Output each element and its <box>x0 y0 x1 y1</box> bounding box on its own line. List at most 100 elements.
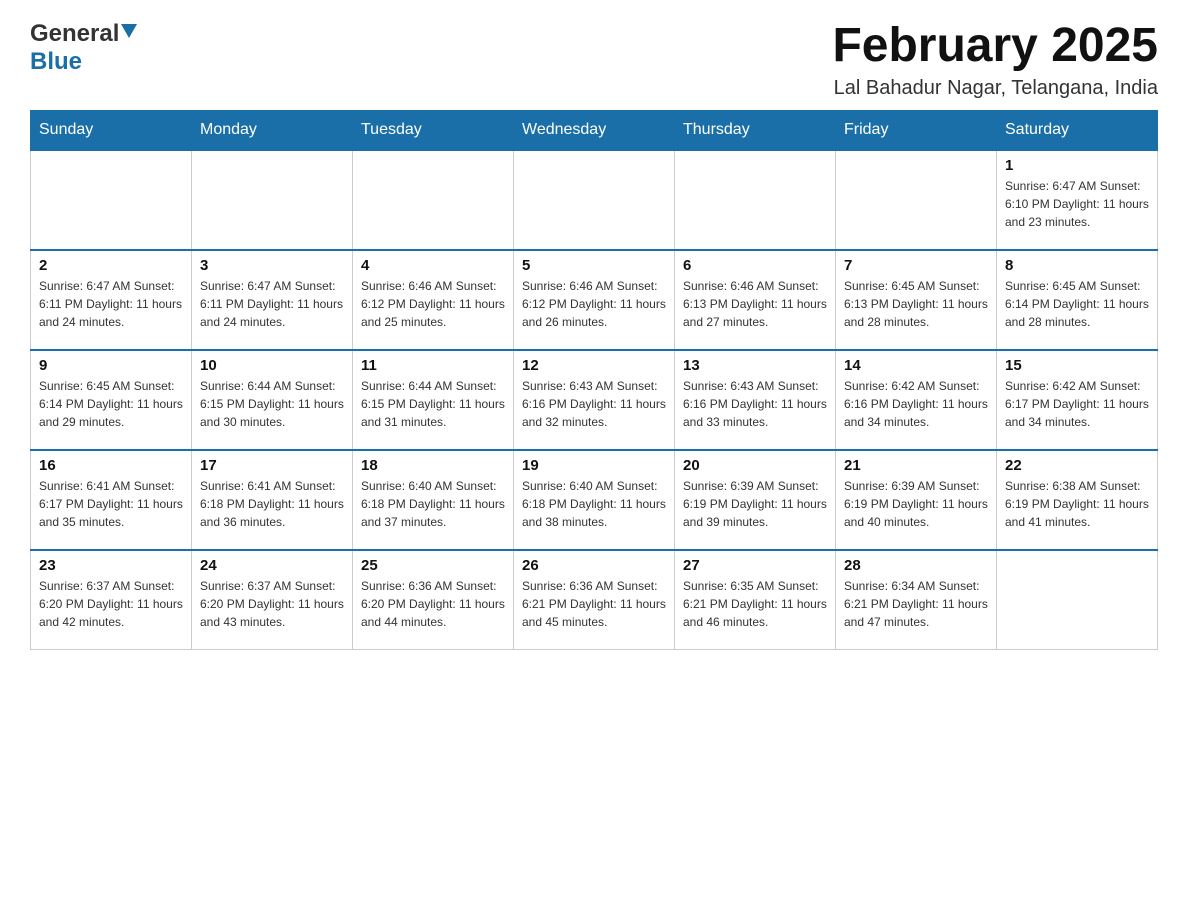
day-info: Sunrise: 6:44 AM Sunset: 6:15 PM Dayligh… <box>200 377 344 431</box>
calendar-cell: 22 Sunrise: 6:38 AM Sunset: 6:19 PM Dayli… <box>997 450 1158 550</box>
weekday-header-row: SundayMondayTuesdayWednesdayThursdayFrid… <box>31 110 1158 150</box>
calendar-cell: 15 Sunrise: 6:42 AM Sunset: 6:17 PM Dayli… <box>997 350 1158 450</box>
day-number: 24 <box>200 557 344 574</box>
day-number: 11 <box>361 357 505 374</box>
day-number: 17 <box>200 457 344 474</box>
weekday-header-saturday: Saturday <box>997 110 1158 150</box>
calendar-cell: 12 Sunrise: 6:43 AM Sunset: 6:16 PM Dayli… <box>514 350 675 450</box>
logo-blue-text: Blue <box>30 48 82 75</box>
calendar-cell: 3Sunrise: 6:47 AM Sunset: 6:11 PM Daylig… <box>192 250 353 350</box>
day-number: 5 <box>522 257 666 274</box>
day-info: Sunrise: 6:37 AM Sunset: 6:20 PM Dayligh… <box>200 577 344 631</box>
weekday-header-monday: Monday <box>192 110 353 150</box>
day-info: Sunrise: 6:42 AM Sunset: 6:17 PM Dayligh… <box>1005 377 1149 431</box>
day-number: 23 <box>39 557 183 574</box>
calendar-cell: 2 Sunrise: 6:47 AM Sunset: 6:11 PM Daylig… <box>31 250 192 350</box>
day-info: Sunrise: 6:43 AM Sunset: 6:16 PM Dayligh… <box>683 377 827 431</box>
day-info: Sunrise: 6:45 AM Sunset: 6:14 PM Dayligh… <box>39 377 183 431</box>
calendar-cell: 18 Sunrise: 6:40 AM Sunset: 6:18 PM Dayli… <box>353 450 514 550</box>
week-row-3: 9 Sunrise: 6:45 AM Sunset: 6:14 PM Daylig… <box>31 350 1158 450</box>
calendar-cell <box>997 550 1158 650</box>
calendar-cell: 5 Sunrise: 6:46 AM Sunset: 6:12 PM Daylig… <box>514 250 675 350</box>
calendar-cell: 19 Sunrise: 6:40 AM Sunset: 6:18 PM Dayli… <box>514 450 675 550</box>
day-number: 25 <box>361 557 505 574</box>
month-year-title: February 2025 <box>832 20 1158 73</box>
calendar-cell <box>353 150 514 250</box>
day-info: Sunrise: 6:41 AM Sunset: 6:18 PM Dayligh… <box>200 477 344 531</box>
calendar-cell: 7 Sunrise: 6:45 AM Sunset: 6:13 PM Daylig… <box>836 250 997 350</box>
calendar-cell: 1Sunrise: 6:47 AM Sunset: 6:10 PM Daylig… <box>997 150 1158 250</box>
calendar-cell: 28 Sunrise: 6:34 AM Sunset: 6:21 PM Dayli… <box>836 550 997 650</box>
calendar-cell <box>514 150 675 250</box>
day-number: 22 <box>1005 457 1149 474</box>
week-row-2: 2 Sunrise: 6:47 AM Sunset: 6:11 PM Daylig… <box>31 250 1158 350</box>
day-info: Sunrise: 6:34 AM Sunset: 6:21 PM Dayligh… <box>844 577 988 631</box>
calendar-cell <box>675 150 836 250</box>
weekday-header-wednesday: Wednesday <box>514 110 675 150</box>
calendar-cell: 11 Sunrise: 6:44 AM Sunset: 6:15 PM Dayli… <box>353 350 514 450</box>
day-number: 8 <box>1005 257 1149 274</box>
day-info: Sunrise: 6:40 AM Sunset: 6:18 PM Dayligh… <box>522 477 666 531</box>
day-number: 19 <box>522 457 666 474</box>
calendar-cell: 23 Sunrise: 6:37 AM Sunset: 6:20 PM Dayli… <box>31 550 192 650</box>
day-number: 4 <box>361 257 505 274</box>
calendar-cell <box>31 150 192 250</box>
day-number: 6 <box>683 257 827 274</box>
day-number: 3 <box>200 257 344 274</box>
day-info: Sunrise: 6:43 AM Sunset: 6:16 PM Dayligh… <box>522 377 666 431</box>
calendar-cell: 8 Sunrise: 6:45 AM Sunset: 6:14 PM Daylig… <box>997 250 1158 350</box>
logo: General Blue <box>30 20 137 76</box>
calendar-table: SundayMondayTuesdayWednesdayThursdayFrid… <box>30 110 1158 651</box>
day-number: 26 <box>522 557 666 574</box>
calendar-cell: 24 Sunrise: 6:37 AM Sunset: 6:20 PM Dayli… <box>192 550 353 650</box>
day-info: Sunrise: 6:39 AM Sunset: 6:19 PM Dayligh… <box>683 477 827 531</box>
location-subtitle: Lal Bahadur Nagar, Telangana, India <box>832 77 1158 100</box>
day-number: 16 <box>39 457 183 474</box>
calendar-cell: 16 Sunrise: 6:41 AM Sunset: 6:17 PM Dayli… <box>31 450 192 550</box>
calendar-cell: 26Sunrise: 6:36 AM Sunset: 6:21 PM Dayli… <box>514 550 675 650</box>
day-info: Sunrise: 6:45 AM Sunset: 6:13 PM Dayligh… <box>844 277 988 331</box>
weekday-header-thursday: Thursday <box>675 110 836 150</box>
day-info: Sunrise: 6:41 AM Sunset: 6:17 PM Dayligh… <box>39 477 183 531</box>
day-number: 18 <box>361 457 505 474</box>
calendar-cell: 20 Sunrise: 6:39 AM Sunset: 6:19 PM Dayli… <box>675 450 836 550</box>
day-info: Sunrise: 6:35 AM Sunset: 6:21 PM Dayligh… <box>683 577 827 631</box>
calendar-cell <box>836 150 997 250</box>
calendar-cell: 6 Sunrise: 6:46 AM Sunset: 6:13 PM Daylig… <box>675 250 836 350</box>
day-number: 12 <box>522 357 666 374</box>
day-number: 14 <box>844 357 988 374</box>
week-row-1: 1Sunrise: 6:47 AM Sunset: 6:10 PM Daylig… <box>31 150 1158 250</box>
day-number: 1 <box>1005 157 1149 174</box>
day-number: 9 <box>39 357 183 374</box>
calendar-cell: 14Sunrise: 6:42 AM Sunset: 6:16 PM Dayli… <box>836 350 997 450</box>
logo-triangle-icon <box>121 24 137 43</box>
day-number: 10 <box>200 357 344 374</box>
calendar-cell: 13 Sunrise: 6:43 AM Sunset: 6:16 PM Dayli… <box>675 350 836 450</box>
calendar-cell: 4Sunrise: 6:46 AM Sunset: 6:12 PM Daylig… <box>353 250 514 350</box>
day-info: Sunrise: 6:39 AM Sunset: 6:19 PM Dayligh… <box>844 477 988 531</box>
day-number: 13 <box>683 357 827 374</box>
day-info: Sunrise: 6:46 AM Sunset: 6:13 PM Dayligh… <box>683 277 827 331</box>
day-info: Sunrise: 6:47 AM Sunset: 6:11 PM Dayligh… <box>39 277 183 331</box>
logo-general-text: General <box>30 20 119 48</box>
day-number: 7 <box>844 257 988 274</box>
day-number: 21 <box>844 457 988 474</box>
day-info: Sunrise: 6:44 AM Sunset: 6:15 PM Dayligh… <box>361 377 505 431</box>
day-number: 15 <box>1005 357 1149 374</box>
calendar-cell: 10 Sunrise: 6:44 AM Sunset: 6:15 PM Dayli… <box>192 350 353 450</box>
day-info: Sunrise: 6:45 AM Sunset: 6:14 PM Dayligh… <box>1005 277 1149 331</box>
calendar-cell: 25Sunrise: 6:36 AM Sunset: 6:20 PM Dayli… <box>353 550 514 650</box>
day-number: 20 <box>683 457 827 474</box>
day-info: Sunrise: 6:46 AM Sunset: 6:12 PM Dayligh… <box>522 277 666 331</box>
day-info: Sunrise: 6:38 AM Sunset: 6:19 PM Dayligh… <box>1005 477 1149 531</box>
day-number: 2 <box>39 257 183 274</box>
page-header: General Blue February 2025 Lal Bahadur N… <box>30 20 1158 100</box>
day-info: Sunrise: 6:40 AM Sunset: 6:18 PM Dayligh… <box>361 477 505 531</box>
weekday-header-friday: Friday <box>836 110 997 150</box>
day-number: 27 <box>683 557 827 574</box>
day-number: 28 <box>844 557 988 574</box>
calendar-cell: 9 Sunrise: 6:45 AM Sunset: 6:14 PM Daylig… <box>31 350 192 450</box>
calendar-cell: 27 Sunrise: 6:35 AM Sunset: 6:21 PM Dayli… <box>675 550 836 650</box>
day-info: Sunrise: 6:37 AM Sunset: 6:20 PM Dayligh… <box>39 577 183 631</box>
calendar-cell: 21 Sunrise: 6:39 AM Sunset: 6:19 PM Dayli… <box>836 450 997 550</box>
